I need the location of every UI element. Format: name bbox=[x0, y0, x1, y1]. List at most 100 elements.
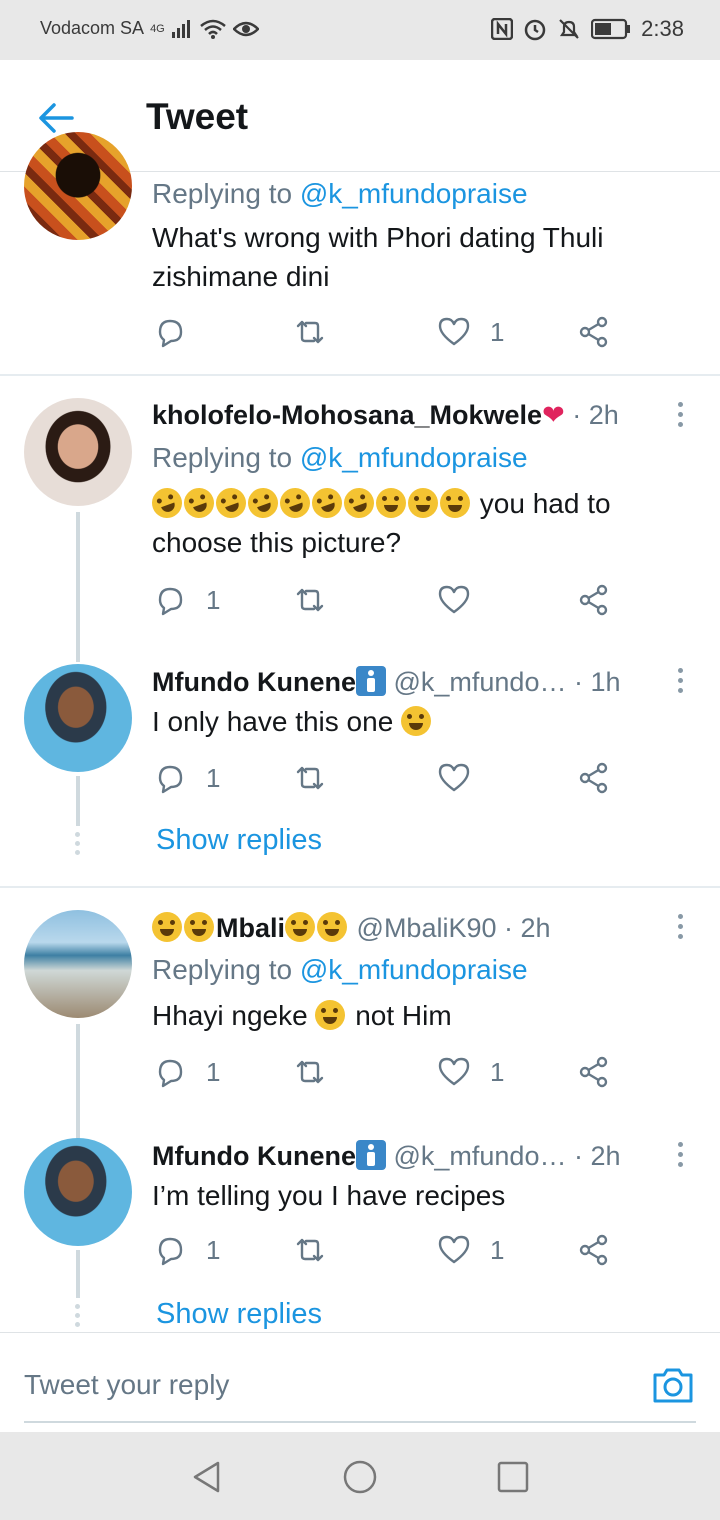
network-type: 4G bbox=[150, 22, 165, 35]
tweet-header: kholofelo-Mohosana_Mokwele❤ · 2h bbox=[152, 400, 619, 431]
tweet-item[interactable]: Mbali @MbaliK90 · 2h Replying to @k_mfun… bbox=[0, 888, 720, 1140]
nav-back-button[interactable] bbox=[190, 1460, 224, 1494]
retweet-button[interactable] bbox=[292, 1232, 328, 1268]
retweet-button[interactable] bbox=[292, 760, 328, 796]
share-button[interactable] bbox=[576, 582, 612, 618]
money-mouth-emoji bbox=[184, 912, 214, 942]
person-badge-icon bbox=[355, 666, 386, 696]
retweet-button[interactable] bbox=[292, 1054, 328, 1090]
money-mouth-emoji bbox=[152, 912, 182, 942]
heart-icon bbox=[438, 585, 470, 614]
reply-button[interactable]: 1 bbox=[152, 1232, 220, 1268]
camera-button[interactable] bbox=[652, 1365, 694, 1405]
display-name[interactable]: kholofelo-Mohosana_Mokwele bbox=[152, 400, 542, 430]
share-button[interactable] bbox=[576, 760, 612, 796]
red-heart-emoji: ❤ bbox=[542, 400, 565, 430]
retweet-button[interactable] bbox=[292, 314, 328, 350]
thread-line bbox=[76, 1250, 80, 1298]
retweet-icon bbox=[296, 1060, 324, 1084]
handle: @k_mfundo… bbox=[393, 1141, 567, 1171]
tweet-item[interactable]: kholofelo-Mohosana_Mokwele❤ · 2h Replyin… bbox=[0, 376, 720, 662]
tweet-item[interactable]: Mfundo Kunene @k_mfundo… · 2h I’m tellin… bbox=[0, 1132, 720, 1332]
reply-input[interactable]: Tweet your reply bbox=[24, 1369, 229, 1401]
share-icon bbox=[579, 584, 608, 616]
nav-recents-button[interactable] bbox=[496, 1460, 530, 1494]
reply-icon bbox=[158, 765, 183, 794]
signal-icon bbox=[171, 19, 193, 38]
like-count: 1 bbox=[490, 1234, 505, 1265]
weary-emoji bbox=[315, 1000, 346, 1030]
avatar[interactable] bbox=[24, 664, 132, 772]
tweet-actions: 1 bbox=[152, 760, 632, 800]
reply-button[interactable]: 1 bbox=[152, 582, 220, 618]
share-icon bbox=[579, 1056, 608, 1088]
heart-icon bbox=[438, 1057, 470, 1086]
display-name[interactable]: Mfundo Kunene bbox=[152, 1141, 356, 1171]
share-icon bbox=[579, 316, 608, 348]
mention-link[interactable]: @k_mfundopraise bbox=[300, 178, 528, 209]
crying-emoji bbox=[440, 488, 470, 518]
like-button[interactable]: 1 bbox=[436, 314, 504, 350]
rofl-emoji bbox=[179, 483, 219, 523]
reply-button[interactable]: 1 bbox=[152, 760, 220, 796]
like-count: 1 bbox=[490, 1056, 505, 1087]
display-name[interactable]: Mbali bbox=[216, 913, 285, 943]
avatar[interactable] bbox=[24, 1138, 132, 1246]
thread-dots bbox=[75, 1304, 81, 1331]
more-options-button[interactable] bbox=[678, 1142, 686, 1172]
tweet-header: Mbali @MbaliK90 · 2h bbox=[152, 912, 551, 944]
tweet-item[interactable]: Replying to @k_mfundopraise What's wrong… bbox=[0, 132, 720, 376]
heart-icon bbox=[438, 763, 470, 792]
tweet-item[interactable]: Mfundo Kunene @k_mfundo… · 1h I only hav… bbox=[0, 656, 720, 886]
mention-link[interactable]: @k_mfundopraise bbox=[300, 442, 528, 473]
crying-emoji bbox=[408, 488, 438, 518]
show-replies-link[interactable]: Show replies bbox=[156, 824, 322, 857]
more-options-button[interactable] bbox=[678, 914, 686, 944]
mute-bell-icon bbox=[557, 17, 581, 41]
reply-button[interactable] bbox=[152, 314, 188, 350]
share-button[interactable] bbox=[576, 314, 612, 350]
avatar[interactable] bbox=[24, 910, 132, 1018]
show-replies-link[interactable]: Show replies bbox=[156, 1298, 322, 1331]
battery-icon bbox=[591, 18, 631, 40]
more-options-button[interactable] bbox=[678, 402, 686, 432]
like-button[interactable]: 1 bbox=[436, 1054, 504, 1090]
nav-home-button[interactable] bbox=[343, 1460, 377, 1494]
crying-emoji bbox=[376, 488, 406, 518]
handle: @MbaliK90 bbox=[356, 913, 497, 943]
rofl-emoji bbox=[211, 483, 251, 523]
retweet-button[interactable] bbox=[292, 582, 328, 618]
display-name[interactable]: Mfundo Kunene bbox=[152, 667, 356, 697]
share-button[interactable] bbox=[576, 1232, 612, 1268]
like-button[interactable] bbox=[436, 760, 472, 796]
tweet-actions: 1 1 bbox=[152, 1232, 632, 1272]
reply-count: 1 bbox=[206, 584, 221, 615]
tweet-header: Mfundo Kunene @k_mfundo… · 1h bbox=[152, 666, 621, 698]
share-button[interactable] bbox=[576, 1054, 612, 1090]
tears-of-joy-emoji bbox=[401, 706, 432, 736]
mention-link[interactable]: @k_mfundopraise bbox=[300, 954, 528, 985]
triangle-back-icon bbox=[193, 1461, 220, 1493]
heart-icon bbox=[438, 317, 470, 346]
tweet-text: What's wrong with Phori dating Thuli zis… bbox=[152, 222, 604, 292]
tweet-actions: 1 bbox=[152, 582, 632, 622]
tweet-header: Mfundo Kunene @k_mfundo… · 2h bbox=[152, 1140, 621, 1172]
person-badge-icon bbox=[355, 1140, 386, 1170]
like-button[interactable]: 1 bbox=[436, 1232, 504, 1268]
reply-button[interactable]: 1 bbox=[152, 1054, 220, 1090]
retweet-icon bbox=[296, 766, 324, 790]
like-button[interactable] bbox=[436, 582, 472, 618]
tweet-time: · 2h bbox=[504, 913, 551, 943]
money-mouth-emoji bbox=[317, 912, 348, 942]
heart-icon bbox=[438, 1235, 470, 1264]
reply-count: 1 bbox=[206, 1234, 221, 1265]
alarm-icon bbox=[523, 17, 547, 41]
replying-to: Replying to @k_mfundopraise bbox=[152, 442, 528, 473]
reply-count: 1 bbox=[206, 1056, 221, 1087]
rofl-emoji bbox=[243, 483, 283, 523]
avatar[interactable] bbox=[24, 398, 132, 506]
wifi-icon bbox=[199, 19, 227, 39]
more-options-button[interactable] bbox=[678, 668, 686, 698]
avatar[interactable] bbox=[24, 132, 132, 240]
tweet-actions: 1 bbox=[152, 314, 632, 354]
